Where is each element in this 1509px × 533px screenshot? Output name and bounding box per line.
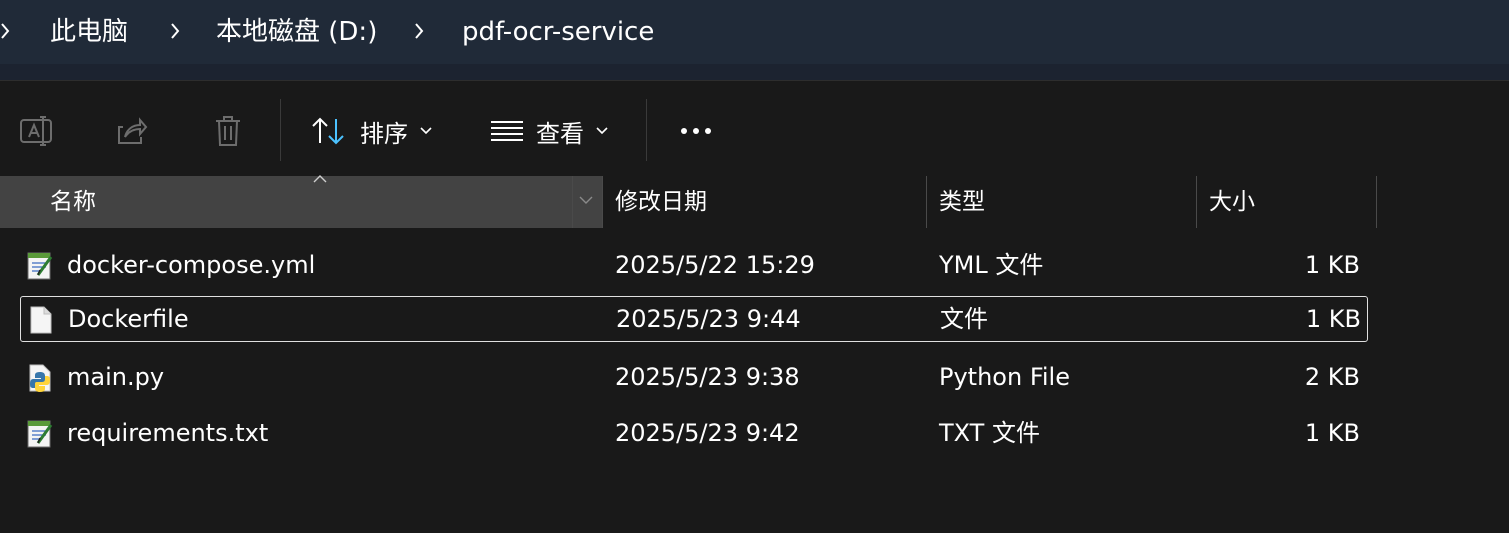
file-row[interactable]: main.py 2025/5/23 9:38 Python File 2 KB (20, 354, 1368, 400)
column-header-size[interactable]: 大小 (1197, 176, 1376, 228)
share-button[interactable] (110, 111, 154, 151)
file-size: 2 KB (1304, 363, 1360, 391)
column-divider (572, 176, 573, 228)
text-document-icon (27, 420, 53, 448)
file-name: docker-compose.yml (67, 251, 316, 279)
file-modified: 2025/5/23 9:44 (616, 305, 801, 333)
chevron-down-icon[interactable] (578, 194, 594, 206)
sort-icon (312, 117, 344, 145)
toolbar-divider (280, 99, 281, 161)
file-row[interactable]: requirements.txt 2025/5/23 9:42 TXT 文件 1… (20, 410, 1368, 456)
breadcrumb-item-this-pc[interactable]: 此电脑 (50, 14, 128, 50)
address-bar-spacer (0, 64, 1509, 80)
view-button[interactable]: 查看 (490, 111, 608, 151)
more-options-button[interactable] (674, 111, 718, 151)
column-header-row: 名称 修改日期 类型 大小 (0, 175, 1509, 228)
column-header-name-label: 名称 (50, 189, 96, 215)
breadcrumb: 此电脑 本地磁盘 (D:) pdf-ocr-service (0, 0, 1509, 64)
file-modified: 2025/5/23 9:42 (615, 419, 800, 447)
share-icon (118, 117, 148, 144)
file-row[interactable]: Dockerfile 2025/5/23 9:44 文件 1 KB (20, 296, 1368, 342)
file-name: requirements.txt (67, 419, 269, 447)
blank-file-icon (30, 306, 52, 334)
view-label: 查看 (536, 119, 584, 148)
breadcrumb-item-local-disk[interactable]: 本地磁盘 (D:) (216, 14, 377, 50)
more-horizontal-icon (681, 128, 711, 134)
file-size: 1 KB (1304, 251, 1360, 279)
chevron-down-icon (596, 127, 608, 135)
file-size: 1 KB (1304, 419, 1360, 447)
sort-label: 排序 (360, 119, 408, 148)
file-row[interactable]: docker-compose.yml 2025/5/22 15:29 YML 文… (20, 242, 1368, 288)
trash-icon (216, 116, 240, 146)
sort-button[interactable]: 排序 (310, 111, 432, 151)
column-header-type-label: 类型 (939, 189, 985, 215)
file-modified: 2025/5/22 15:29 (615, 251, 815, 279)
rename-button[interactable] (14, 111, 58, 151)
column-header-name[interactable]: 名称 (0, 176, 602, 228)
file-name: Dockerfile (68, 305, 189, 333)
file-name: main.py (67, 363, 165, 391)
python-file-icon (29, 364, 51, 392)
file-size: 1 KB (1305, 305, 1361, 333)
command-bar: 排序 查看 (0, 80, 1509, 175)
column-header-size-label: 大小 (1209, 189, 1255, 215)
column-divider[interactable] (1376, 176, 1377, 228)
breadcrumb-item-current-folder[interactable]: pdf-ocr-service (462, 14, 654, 50)
text-document-icon (27, 252, 53, 280)
chevron-right-icon[interactable] (168, 18, 182, 44)
sort-ascending-icon (313, 175, 327, 183)
chevron-down-icon (420, 127, 432, 135)
file-type: YML 文件 (939, 251, 1044, 279)
file-modified: 2025/5/23 9:38 (615, 363, 800, 391)
toolbar-divider (646, 99, 647, 161)
column-header-modified[interactable]: 修改日期 (603, 176, 926, 228)
file-type: 文件 (940, 305, 988, 333)
rename-icon (20, 116, 52, 146)
column-header-type[interactable]: 类型 (927, 176, 1196, 228)
chevron-right-icon[interactable] (412, 18, 426, 44)
file-type: Python File (939, 363, 1070, 391)
column-header-modified-label: 修改日期 (615, 189, 707, 215)
delete-button[interactable] (206, 111, 250, 151)
chevron-right-icon[interactable] (0, 18, 12, 44)
view-list-icon (491, 121, 523, 141)
file-type: TXT 文件 (939, 419, 1040, 447)
